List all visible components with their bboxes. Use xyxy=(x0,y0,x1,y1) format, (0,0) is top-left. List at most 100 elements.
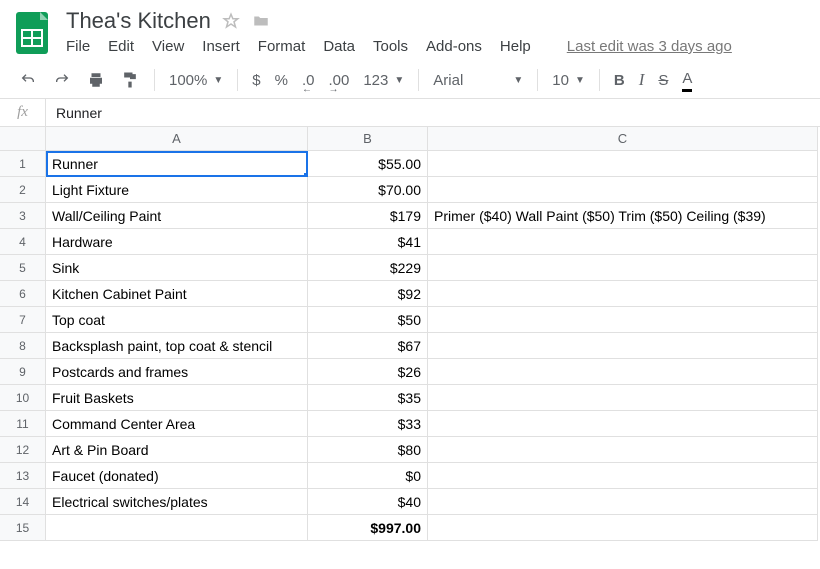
cell[interactable] xyxy=(428,489,818,515)
select-all-corner[interactable] xyxy=(0,127,46,151)
undo-icon[interactable] xyxy=(18,68,38,92)
chevron-down-icon: ▼ xyxy=(213,75,223,86)
cell[interactable] xyxy=(428,307,818,333)
print-icon[interactable] xyxy=(86,68,106,92)
cell[interactable]: Primer ($40) Wall Paint ($50) Trim ($50)… xyxy=(428,203,818,229)
cell[interactable]: $33 xyxy=(308,411,428,437)
row-header[interactable]: 10 xyxy=(0,385,46,411)
text-color-button[interactable]: A xyxy=(682,68,692,92)
cell[interactable]: Postcards and frames xyxy=(46,359,308,385)
row-header[interactable]: 2 xyxy=(0,177,46,203)
column-header-a[interactable]: A xyxy=(46,127,308,151)
font-size-dropdown[interactable]: 10▼ xyxy=(552,68,585,92)
row-header[interactable]: 7 xyxy=(0,307,46,333)
cell[interactable]: Fruit Baskets xyxy=(46,385,308,411)
star-icon[interactable] xyxy=(221,11,241,31)
menu-insert[interactable]: Insert xyxy=(202,38,240,55)
zoom-value: 100% xyxy=(169,72,207,89)
menu-format[interactable]: Format xyxy=(258,38,306,55)
cell[interactable]: $0 xyxy=(308,463,428,489)
italic-button[interactable]: I xyxy=(639,68,645,92)
cell[interactable]: $41 xyxy=(308,229,428,255)
cell[interactable]: Art & Pin Board xyxy=(46,437,308,463)
cell[interactable]: Sink xyxy=(46,255,308,281)
paint-format-icon[interactable] xyxy=(120,68,140,92)
cell[interactable] xyxy=(428,437,818,463)
cell[interactable] xyxy=(428,281,818,307)
cell[interactable]: $80 xyxy=(308,437,428,463)
cell[interactable]: Electrical switches/plates xyxy=(46,489,308,515)
row-header[interactable]: 9 xyxy=(0,359,46,385)
cell[interactable]: Light Fixture xyxy=(46,177,308,203)
folder-icon[interactable] xyxy=(251,11,271,31)
separator xyxy=(154,69,155,91)
cell[interactable] xyxy=(428,229,818,255)
cell[interactable]: Top coat xyxy=(46,307,308,333)
zoom-dropdown[interactable]: 100% ▼ xyxy=(169,68,223,92)
cell[interactable]: $70.00 xyxy=(308,177,428,203)
cell[interactable] xyxy=(428,177,818,203)
font-dropdown[interactable]: Arial▼ xyxy=(433,68,523,92)
cell[interactable]: Wall/Ceiling Paint xyxy=(46,203,308,229)
cell[interactable] xyxy=(428,333,818,359)
cell[interactable] xyxy=(428,463,818,489)
percent-button[interactable]: % xyxy=(275,68,288,92)
menu-tools[interactable]: Tools xyxy=(373,38,408,55)
cell[interactable]: Faucet (donated) xyxy=(46,463,308,489)
row-header[interactable]: 1 xyxy=(0,151,46,177)
cell[interactable] xyxy=(428,359,818,385)
currency-button[interactable]: $ xyxy=(252,68,260,92)
row-header[interactable]: 6 xyxy=(0,281,46,307)
row-header[interactable]: 14 xyxy=(0,489,46,515)
cell[interactable]: Command Center Area xyxy=(46,411,308,437)
cell[interactable]: $26 xyxy=(308,359,428,385)
cell[interactable] xyxy=(428,151,818,177)
row-header[interactable]: 15 xyxy=(0,515,46,541)
row-header[interactable]: 11 xyxy=(0,411,46,437)
cell[interactable]: Kitchen Cabinet Paint xyxy=(46,281,308,307)
spreadsheet-grid: 123456789101112131415 A B C Runner$55.00… xyxy=(0,127,820,541)
row-header[interactable]: 13 xyxy=(0,463,46,489)
bold-button[interactable]: B xyxy=(614,68,625,92)
cell[interactable] xyxy=(428,255,818,281)
cell[interactable]: $179 xyxy=(308,203,428,229)
column-header-c[interactable]: C xyxy=(428,127,818,151)
row-header[interactable]: 12 xyxy=(0,437,46,463)
cell[interactable]: Hardware xyxy=(46,229,308,255)
cell[interactable]: $50 xyxy=(308,307,428,333)
cell[interactable]: $997.00 xyxy=(308,515,428,541)
cell[interactable]: $229 xyxy=(308,255,428,281)
menu-addons[interactable]: Add-ons xyxy=(426,38,482,55)
number-format-dropdown[interactable]: 123▼ xyxy=(363,68,404,92)
row-header[interactable]: 3 xyxy=(0,203,46,229)
row-header[interactable]: 8 xyxy=(0,333,46,359)
cell[interactable] xyxy=(428,411,818,437)
decrease-decimal-button[interactable]: .0← xyxy=(302,68,315,92)
cell[interactable]: $35 xyxy=(308,385,428,411)
cell[interactable] xyxy=(428,385,818,411)
redo-icon[interactable] xyxy=(52,68,72,92)
strikethrough-button[interactable]: S xyxy=(658,68,668,92)
formula-input[interactable] xyxy=(46,99,820,126)
cell[interactable] xyxy=(428,515,818,541)
column-header-b[interactable]: B xyxy=(308,127,428,151)
menu-file[interactable]: File xyxy=(66,38,90,55)
menu-data[interactable]: Data xyxy=(323,38,355,55)
last-edit-link[interactable]: Last edit was 3 days ago xyxy=(567,38,732,55)
selection-handle[interactable] xyxy=(304,173,308,177)
cell[interactable]: $67 xyxy=(308,333,428,359)
menu-help[interactable]: Help xyxy=(500,38,531,55)
cell[interactable]: $92 xyxy=(308,281,428,307)
row-header[interactable]: 4 xyxy=(0,229,46,255)
increase-decimal-button[interactable]: .00→ xyxy=(328,68,349,92)
cell[interactable] xyxy=(46,515,308,541)
cell[interactable]: $40 xyxy=(308,489,428,515)
row-header[interactable]: 5 xyxy=(0,255,46,281)
menu-view[interactable]: View xyxy=(152,38,184,55)
cell[interactable]: $55.00 xyxy=(308,151,428,177)
document-title[interactable]: Thea's Kitchen xyxy=(66,8,211,34)
cell[interactable]: Runner xyxy=(46,151,308,177)
table-row: $997.00 xyxy=(46,515,820,541)
cell[interactable]: Backsplash paint, top coat & stencil xyxy=(46,333,308,359)
menu-edit[interactable]: Edit xyxy=(108,38,134,55)
